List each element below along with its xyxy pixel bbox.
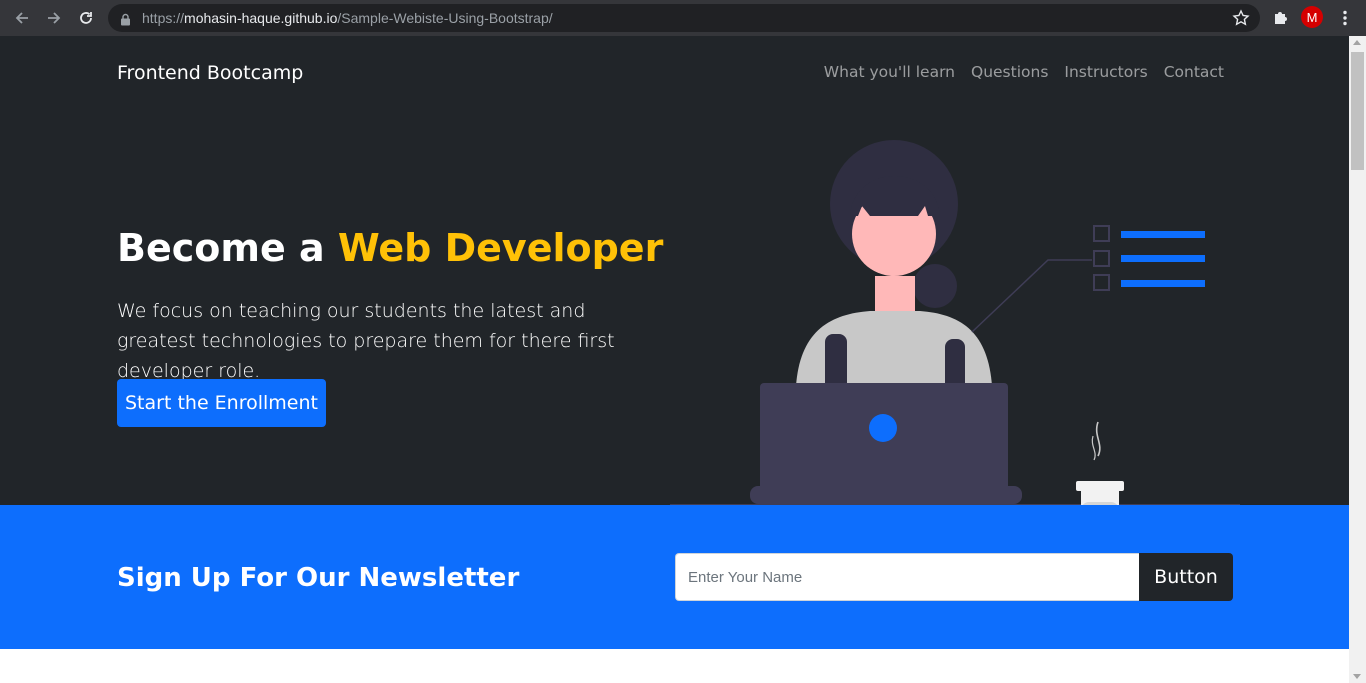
start-enrollment-button[interactable]: Start the Enrollment — [117, 379, 326, 427]
scroll-down-arrow-icon[interactable] — [1353, 674, 1361, 679]
address-bar[interactable]: https://mohasin-haque.github.io/Sample-W… — [108, 4, 1260, 32]
vertical-scrollbar[interactable] — [1349, 36, 1366, 683]
reload-icon[interactable] — [74, 6, 98, 30]
nav-link-instructors[interactable]: Instructors — [1064, 63, 1147, 81]
url-text: https://mohasin-haque.github.io/Sample-W… — [142, 10, 553, 26]
lock-icon — [120, 11, 131, 30]
extensions-puzzle-icon[interactable] — [1268, 6, 1292, 30]
nav-link-what-youll-learn[interactable]: What you'll learn — [824, 63, 955, 81]
kebab-menu-icon[interactable] — [1333, 6, 1357, 30]
nav-link-contact[interactable]: Contact — [1164, 63, 1224, 81]
hero-headline: Become a Web Developer — [117, 226, 663, 270]
newsletter-section: Sign Up For Our Newsletter Button — [0, 505, 1349, 649]
headline-prefix: Become a — [117, 226, 325, 270]
next-section — [0, 649, 1349, 683]
headline-accent: Web Developer — [337, 226, 664, 270]
hero-section: Frontend Bootcamp What you'll learn Ques… — [0, 36, 1349, 506]
scroll-up-arrow-icon[interactable] — [1353, 40, 1361, 45]
navbar-links: What you'll learn Questions Instructors … — [824, 63, 1224, 81]
forward-icon[interactable] — [42, 6, 66, 30]
name-input[interactable] — [675, 553, 1139, 601]
newsletter-submit-button[interactable]: Button — [1139, 553, 1233, 601]
back-icon[interactable] — [10, 6, 34, 30]
nav-link-questions[interactable]: Questions — [971, 63, 1048, 81]
page-viewport: Frontend Bootcamp What you'll learn Ques… — [0, 36, 1349, 683]
newsletter-title: Sign Up For Our Newsletter — [117, 563, 520, 593]
developer-illustration — [670, 140, 1240, 506]
navbar-brand[interactable]: Frontend Bootcamp — [117, 62, 303, 84]
bookmark-star-icon[interactable] — [1232, 9, 1250, 31]
hero-lead-text: We focus on teaching our students the la… — [117, 300, 615, 382]
scrollbar-thumb[interactable] — [1351, 52, 1364, 170]
profile-avatar[interactable]: M — [1301, 6, 1323, 28]
browser-toolbar: https://mohasin-haque.github.io/Sample-W… — [0, 0, 1366, 36]
